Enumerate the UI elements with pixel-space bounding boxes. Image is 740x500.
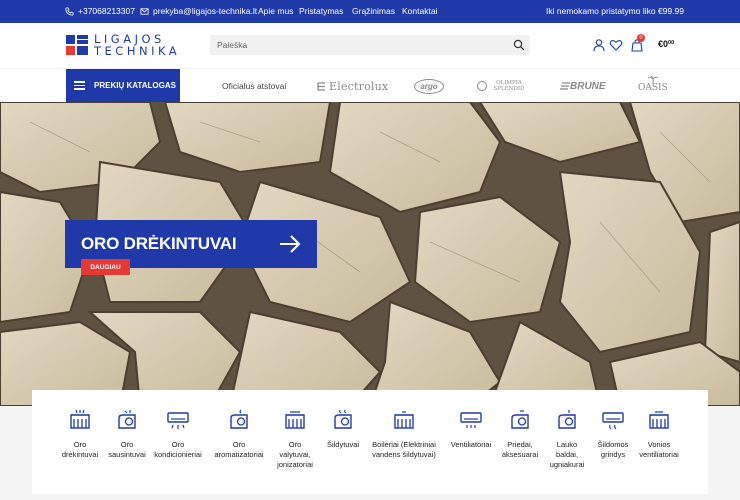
user-icon[interactable] <box>592 38 606 52</box>
brand-name: BRUNE <box>570 80 606 92</box>
brand-name: OASIS <box>638 83 668 93</box>
brune-stripes-icon <box>560 81 570 90</box>
search-input[interactable] <box>210 35 506 55</box>
main-nav: PREKIŲ KATALOGAS Oficialus atstovai Elec… <box>0 68 740 102</box>
category-label-line: Vonios <box>647 440 671 449</box>
brand-name: OLIMPIA SPLENDID <box>493 80 525 92</box>
site-logo[interactable]: LIGAJOS TECHNIKA <box>66 33 196 59</box>
category-boilers[interactable]: Boileriai (Elektriniai vandens šildytuva… <box>364 409 444 460</box>
logo-text-bottom: TECHNIKA <box>94 44 181 58</box>
category-dehumidifiers[interactable]: Oro sausintuvai <box>98 409 156 460</box>
search-bar <box>210 35 530 55</box>
brand-oasis-logo[interactable]: OASIS <box>638 76 668 94</box>
category-label-line: Oro <box>232 440 246 449</box>
catalog-menu-button[interactable]: PREKIŲ KATALOGAS <box>66 69 180 102</box>
humidifier-icon <box>70 409 90 429</box>
category-bathroom-fans[interactable]: Vonios ventiliatoriai <box>630 409 688 460</box>
email-link[interactable]: prekyba@ligajos-technika.lt <box>140 6 257 16</box>
category-label-line: valytuvai, <box>279 450 311 459</box>
brand-olimpia-logo[interactable]: OLIMPIA SPLENDID <box>477 77 528 95</box>
phone-link[interactable]: +37068213307 <box>65 6 135 16</box>
topbar-link-shipping[interactable]: Pristatymas <box>299 6 343 16</box>
fan-icon <box>460 412 482 428</box>
aroma-diffuser-icon <box>230 409 248 429</box>
hamburger-icon <box>74 81 85 90</box>
phone-number: +37068213307 <box>78 6 135 16</box>
mail-icon <box>140 7 149 15</box>
brand-name: argo <box>420 82 438 91</box>
category-label-line: sausintuvai <box>108 450 146 459</box>
arrow-right-icon <box>280 235 301 253</box>
topbar-link-label: Kontaktai <box>402 6 438 16</box>
topbar-link-label: Apie mus <box>258 6 294 16</box>
category-label-line: kondicionieriai <box>154 450 202 459</box>
accessories-icon <box>511 410 529 429</box>
topbar-link-label: Pristatymas <box>299 6 344 16</box>
floor-heating-icon <box>602 412 624 430</box>
boiler-icon <box>394 411 414 429</box>
category-label-line: Boileriai (Elektriniai <box>372 440 436 449</box>
dehumidifier-icon <box>118 410 136 429</box>
email-address: prekyba@ligajos-technika.lt <box>153 6 258 16</box>
brand-electrolux-logo[interactable]: Electrolux <box>317 77 388 95</box>
hero-title: ORO DRĖKINTUVAI <box>81 234 237 253</box>
category-strip: Oro drėkintuvai Oro sausintuvai Oro kond… <box>32 390 708 494</box>
logo-mark-icon <box>66 35 88 55</box>
topbar-link-returns[interactable]: Grąžinimas <box>352 6 395 16</box>
free-shipping-note: Iki nemokamo pristatymo liko €99.99 <box>546 6 684 16</box>
category-label-line: Oro <box>120 440 134 449</box>
category-air-conditioners[interactable]: Oro kondicionieriai <box>149 409 207 460</box>
cart-total-amount: €0 <box>658 39 669 49</box>
catalog-menu-label: PREKIŲ KATALOGAS <box>94 81 176 90</box>
heater-icon <box>334 409 352 429</box>
cart-total[interactable]: €000 <box>658 39 674 49</box>
bathroom-fan-icon <box>649 411 669 429</box>
top-bar: +37068213307 prekyba@ligajos-technika.lt… <box>0 0 740 23</box>
site-header: LIGAJOS TECHNIKA 0 €000 <box>0 23 740 68</box>
cart-total-cents: 00 <box>668 40 675 46</box>
brand-name: Electrolux <box>329 79 389 93</box>
official-representatives-label: Oficialus atstovai <box>222 81 287 91</box>
category-label-line: ugniakurai <box>549 460 585 469</box>
free-shipping-text: Iki nemokamo pristatymo liko €99.99 <box>546 6 684 16</box>
topbar-link-about[interactable]: Apie mus <box>258 6 293 16</box>
air-purifier-icon <box>285 411 305 429</box>
category-label-line: ventiliatoriai <box>639 450 679 459</box>
phone-icon <box>65 6 74 16</box>
heart-icon[interactable] <box>609 38 623 52</box>
outdoor-furniture-icon <box>558 410 576 429</box>
topbar-link-label: Grąžinimas <box>352 6 395 16</box>
brand-brune-logo[interactable]: BRUNE <box>560 77 606 95</box>
category-label-line: vandens šildytuvai) <box>372 450 436 459</box>
hero-more-button[interactable]: DAUGIAU <box>81 259 130 275</box>
electrolux-symbol-icon <box>317 81 325 91</box>
hero-banner: ORO DRĖKINTUVAI DAUGIAU <box>0 102 740 406</box>
air-conditioner-icon <box>167 412 189 429</box>
cart-count-badge: 0 <box>637 34 645 42</box>
topbar-link-contacts[interactable]: Kontaktai <box>402 6 437 16</box>
brand-argo-logo[interactable]: argo <box>414 79 444 94</box>
category-label-line: Oro <box>171 440 185 449</box>
olimpia-symbol-icon <box>477 81 487 91</box>
category-label-line: jonizatoriai <box>277 460 313 469</box>
search-icon[interactable] <box>513 39 525 51</box>
category-aroma-diffusers[interactable]: Oro aromatizatoriai <box>210 409 268 460</box>
category-label-line: aromatizatoriai <box>214 450 264 459</box>
